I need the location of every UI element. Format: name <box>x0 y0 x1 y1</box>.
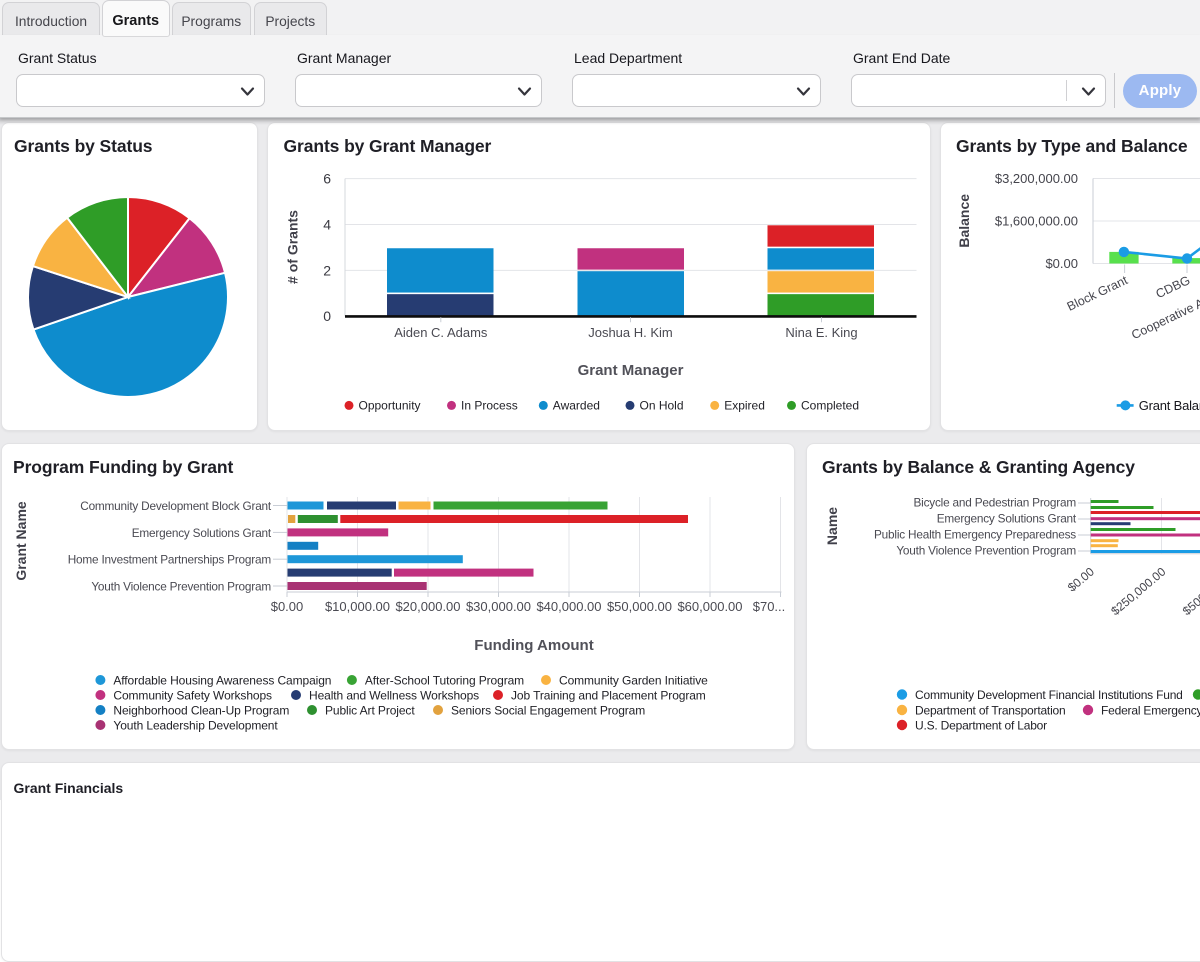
svg-text:Completed: Completed <box>801 399 859 413</box>
svg-text:Community Development Block Gr: Community Development Block Grant <box>80 499 272 513</box>
svg-text:Emergency Solutions Grant: Emergency Solutions Grant <box>132 526 272 540</box>
svg-text:Affordable Housing Awareness C: Affordable Housing Awareness Campaign <box>113 673 331 687</box>
svg-text:Balance: Balance <box>956 194 972 248</box>
svg-text:Expired: Expired <box>724 399 765 413</box>
svg-text:Department of Transportation: Department of Transportation <box>915 703 1065 717</box>
svg-text:Youth Violence Prevention Prog: Youth Violence Prevention Program <box>91 580 271 594</box>
svg-text:Youth Violence Prevention Prog: Youth Violence Prevention Program <box>896 544 1076 558</box>
svg-text:$0.00: $0.00 <box>1045 256 1078 271</box>
svg-text:$0.00: $0.00 <box>1065 564 1097 594</box>
svg-text:Youth Leadership Development: Youth Leadership Development <box>113 718 278 732</box>
svg-text:4: 4 <box>323 217 331 233</box>
svg-text:$500,000.00: $500,000.00 <box>1180 564 1200 618</box>
svg-text:CDBG: CDBG <box>1154 273 1193 301</box>
svg-text:Awarded: Awarded <box>552 399 599 413</box>
svg-text:$60,000.00: $60,000.00 <box>677 599 742 614</box>
svg-text:After-School Tutoring Program: After-School Tutoring Program <box>365 673 524 687</box>
svg-text:Public Art Project: Public Art Project <box>325 703 415 717</box>
svg-text:Community Garden Initiative: Community Garden Initiative <box>559 673 708 687</box>
svg-text:Seniors Social Engagement Prog: Seniors Social Engagement Program <box>451 703 645 717</box>
svg-text:$3,200,000.00: $3,200,000.00 <box>995 171 1078 186</box>
svg-text:U.S. Department of Labor: U.S. Department of Labor <box>915 718 1047 732</box>
svg-text:Opportunity: Opportunity <box>358 399 420 413</box>
svg-text:Bicycle and Pedestrian Program: Bicycle and Pedestrian Program <box>913 496 1076 510</box>
svg-text:Neighborhood Clean-Up Program: Neighborhood Clean-Up Program <box>113 703 289 717</box>
svg-text:Community Safety Workshops: Community Safety Workshops <box>113 688 272 702</box>
svg-text:Home Investment Partnerships P: Home Investment Partnerships Program <box>68 553 272 567</box>
svg-text:Job Training and Placement Pro: Job Training and Placement Program <box>511 688 706 702</box>
svg-text:Funding Amount: Funding Amount <box>474 637 593 654</box>
svg-text:Nina E. King: Nina E. King <box>785 325 857 340</box>
svg-text:In Process: In Process <box>461 399 518 413</box>
svg-text:$250,000.00: $250,000.00 <box>1108 564 1168 618</box>
svg-text:Aiden C. Adams: Aiden C. Adams <box>394 325 488 340</box>
svg-text:$70...: $70... <box>753 599 786 614</box>
svg-text:6: 6 <box>323 171 331 187</box>
svg-text:Community Development Financia: Community Development Financial Institut… <box>915 688 1183 702</box>
svg-text:$20,000.00: $20,000.00 <box>395 599 460 614</box>
svg-text:0: 0 <box>323 308 331 324</box>
svg-text:Grant Balance: Grant Balance <box>1139 398 1200 413</box>
svg-text:$30,000.00: $30,000.00 <box>466 599 531 614</box>
svg-text:Public Health Emergency Prepar: Public Health Emergency Preparedness <box>874 528 1076 542</box>
svg-text:Block Grant: Block Grant <box>1065 273 1130 314</box>
svg-text:Grant Manager: Grant Manager <box>577 362 683 379</box>
svg-text:$40,000.00: $40,000.00 <box>536 599 601 614</box>
svg-text:$50,000.00: $50,000.00 <box>607 599 672 614</box>
svg-text:2: 2 <box>323 262 331 278</box>
svg-text:Joshua H. Kim: Joshua H. Kim <box>588 325 673 340</box>
svg-text:Emergency Solutions Grant: Emergency Solutions Grant <box>937 512 1077 526</box>
svg-text:$0.00: $0.00 <box>271 599 304 614</box>
svg-text:Grant Name: Grant Name <box>13 501 29 581</box>
svg-text:$10,000.00: $10,000.00 <box>325 599 390 614</box>
svg-text:Name: Name <box>824 507 840 545</box>
svg-text:# of Grants: # of Grants <box>284 210 300 284</box>
svg-text:Health and Wellness Workshops: Health and Wellness Workshops <box>309 688 479 702</box>
svg-text:$1,600,000.00: $1,600,000.00 <box>995 214 1078 229</box>
svg-text:Federal Emergency Management A: Federal Emergency Management Agency <box>1101 703 1200 717</box>
svg-text:On Hold: On Hold <box>639 399 683 413</box>
